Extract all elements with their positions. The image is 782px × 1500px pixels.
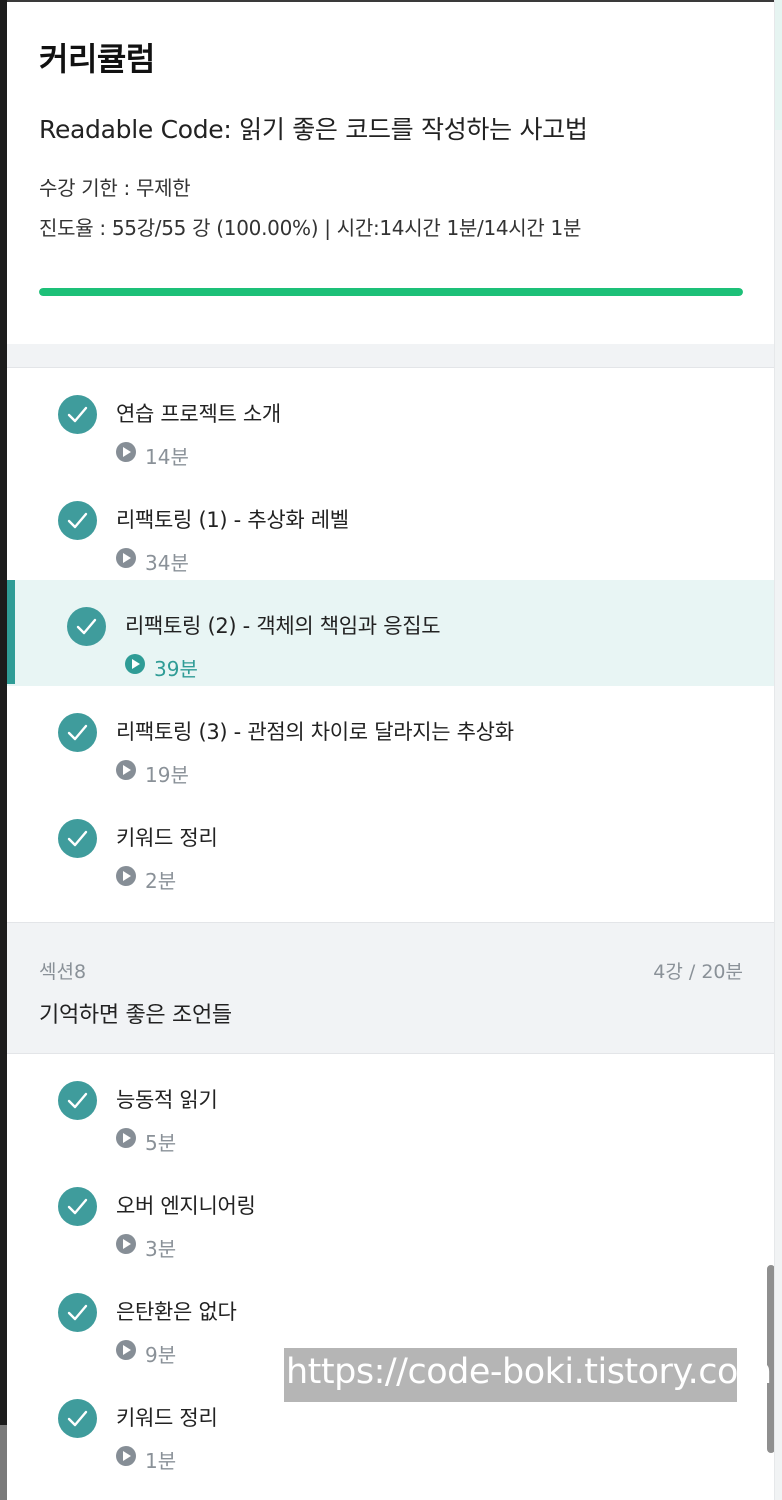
play-icon bbox=[116, 1446, 136, 1466]
play-icon bbox=[116, 1234, 136, 1254]
lesson-title: 리팩토링 (3) - 관점의 차이로 달라지는 추상화 bbox=[116, 720, 514, 744]
lesson-title: 오버 엔지니어링 bbox=[116, 1194, 256, 1218]
check-icon bbox=[67, 607, 106, 646]
curriculum-header: 커리큘럼 Readable Code: 읽기 좋은 코드를 작성하는 사고법 수… bbox=[7, 2, 774, 344]
watermark: https://code-boki.tistory.com bbox=[284, 1348, 772, 1402]
section-count: 4강 / 20분 bbox=[653, 961, 743, 983]
play-icon bbox=[116, 548, 136, 568]
progress-bar bbox=[39, 288, 743, 296]
check-icon bbox=[58, 1081, 97, 1120]
play-icon bbox=[125, 654, 145, 674]
lesson-title: 리팩토링 (2) - 객체의 책임과 응집도 bbox=[125, 614, 441, 638]
play-icon bbox=[116, 1340, 136, 1360]
lesson-item[interactable]: 리팩토링 (3) - 관점의 차이로 달라지는 추상화 19분 bbox=[7, 686, 774, 792]
play-icon bbox=[116, 760, 136, 780]
lesson-title: 연습 프로젝트 소개 bbox=[116, 402, 281, 426]
play-icon bbox=[116, 1128, 136, 1148]
check-icon bbox=[58, 1293, 97, 1332]
check-icon bbox=[58, 713, 97, 752]
page-title: 커리큘럼 bbox=[39, 40, 155, 78]
lesson-title: 리팩토링 (1) - 추상화 레벨 bbox=[116, 508, 349, 532]
section-header[interactable]: 섹션8 4강 / 20분 기억하면 좋은 조언들 bbox=[7, 922, 774, 1054]
check-icon bbox=[58, 1187, 97, 1226]
lesson-item[interactable]: 키워드 정리 2분 bbox=[7, 792, 774, 898]
active-indicator bbox=[7, 580, 15, 684]
check-icon bbox=[58, 819, 97, 858]
lesson-item[interactable]: 오버 엔지니어링 3분 bbox=[7, 1160, 774, 1266]
progress-text: 진도율 : 55강/55 강 (100.00%) | 시간:14시간 1분/14… bbox=[39, 216, 582, 240]
lesson-item[interactable]: 연습 프로젝트 소개 14분 bbox=[7, 368, 774, 474]
check-icon bbox=[58, 501, 97, 540]
lesson-title: 능동적 읽기 bbox=[116, 1088, 218, 1112]
course-title: Readable Code: 읽기 좋은 코드를 작성하는 사고법 bbox=[39, 115, 588, 144]
play-icon bbox=[116, 866, 136, 886]
lesson-list-section7: 연습 프로젝트 소개 14분 리팩토링 (1) - 추상화 레벨 34분 리팩토… bbox=[7, 368, 774, 898]
lesson-title: 키워드 정리 bbox=[116, 826, 218, 850]
lesson-list-section8: 능동적 읽기 5분 오버 엔지니어링 3분 은탄환은 없다 9분 키워드 정리 … bbox=[7, 1054, 774, 1478]
section-divider bbox=[7, 344, 774, 368]
lesson-item[interactable]: 능동적 읽기 5분 bbox=[7, 1054, 774, 1160]
lesson-item-active[interactable]: 리팩토링 (2) - 객체의 책임과 응집도 39분 bbox=[7, 580, 774, 686]
lesson-item[interactable]: 리팩토링 (1) - 추상화 레벨 34분 bbox=[7, 474, 774, 580]
adjacent-pane-edge bbox=[774, 0, 782, 1500]
watermark-text: https://code-boki.tistory.com bbox=[286, 1352, 772, 1392]
window-left-edge bbox=[0, 0, 7, 1500]
section-title: 기억하면 좋은 조언들 bbox=[39, 1003, 232, 1028]
check-icon bbox=[58, 1399, 97, 1438]
enrollment-period: 수강 기한 : 무제한 bbox=[39, 176, 191, 200]
section-label: 섹션8 bbox=[39, 961, 87, 983]
play-icon bbox=[116, 442, 136, 462]
check-icon bbox=[58, 395, 97, 434]
lesson-title: 키워드 정리 bbox=[116, 1406, 218, 1430]
curriculum-panel: 커리큘럼 Readable Code: 읽기 좋은 코드를 작성하는 사고법 수… bbox=[7, 2, 774, 1500]
progress-bar-fill bbox=[39, 288, 743, 296]
lesson-title: 은탄환은 없다 bbox=[116, 1300, 237, 1324]
